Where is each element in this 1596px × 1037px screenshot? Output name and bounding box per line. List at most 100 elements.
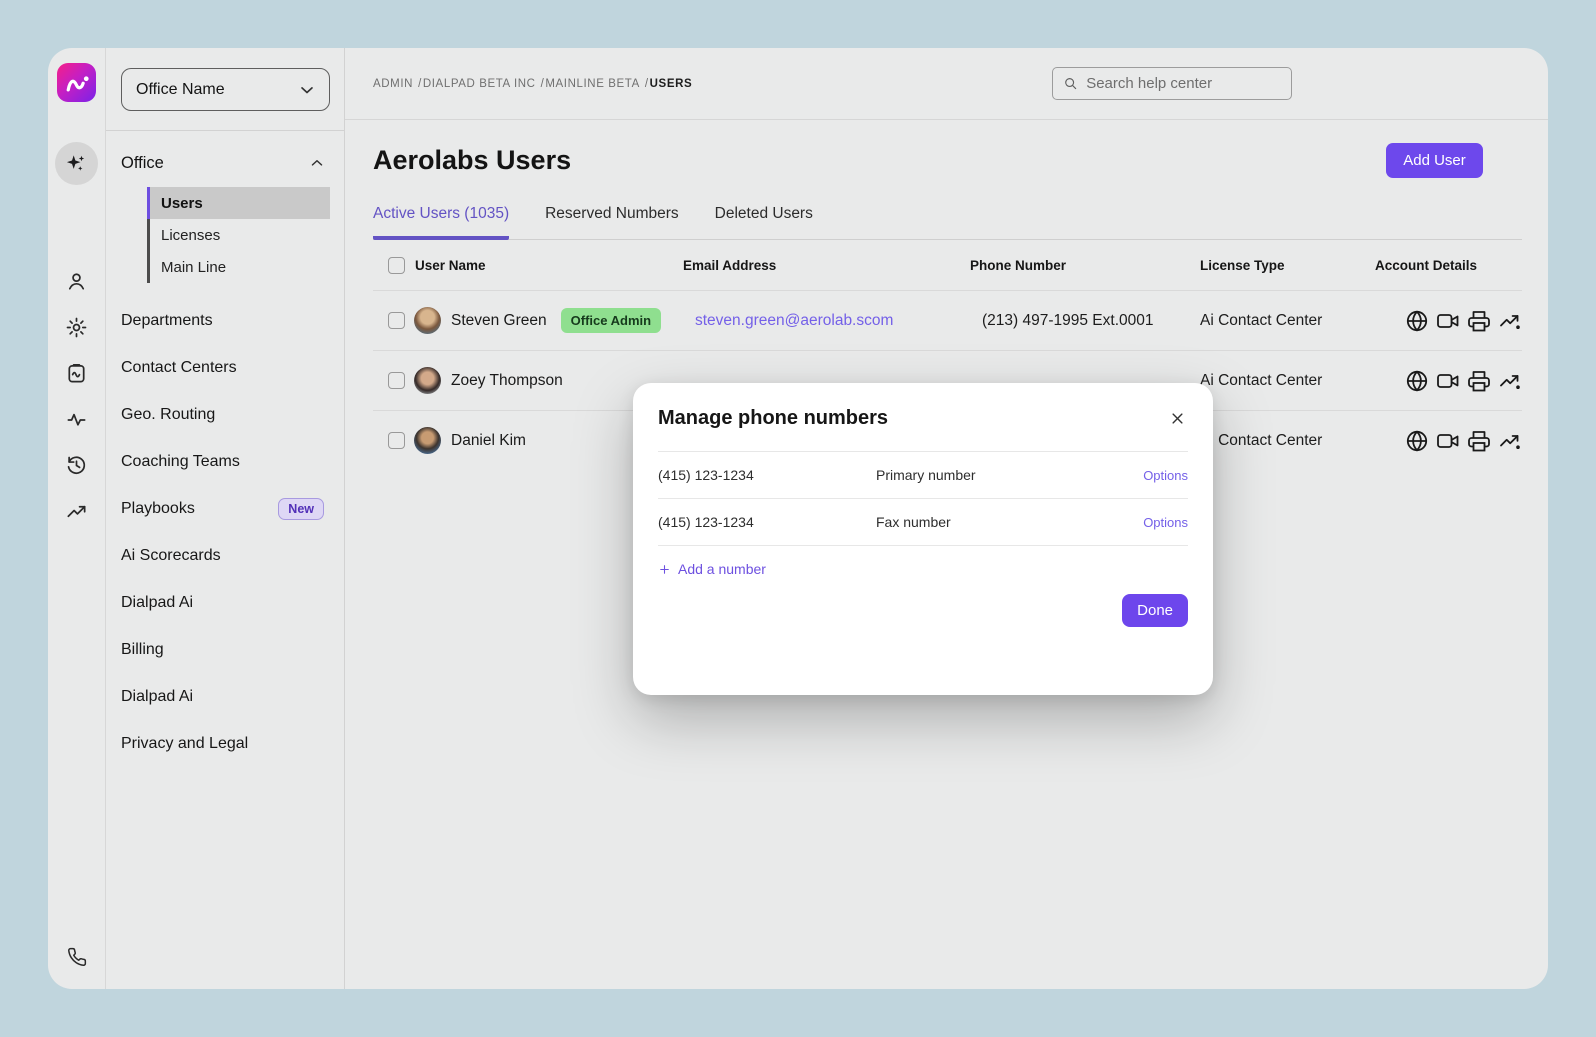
office-admin-badge: Office Admin [561, 308, 661, 333]
sidebar-item-contact-centers[interactable]: Contact Centers [106, 344, 344, 391]
add-user-button[interactable]: Add User [1386, 143, 1483, 178]
web-access-button[interactable] [1405, 309, 1429, 333]
breadcrumb-company[interactable]: DIALPAD BETA INC [423, 78, 536, 90]
sidebar-item-users[interactable]: Users [150, 187, 330, 219]
options-link[interactable]: Options [1143, 468, 1188, 483]
plus-icon [658, 563, 671, 576]
close-icon [1168, 409, 1187, 428]
web-access-button[interactable] [1405, 429, 1429, 453]
search-icon [1063, 75, 1078, 92]
user-name: Steven Green [451, 312, 547, 330]
sidebar-item-licenses[interactable]: Licenses [150, 219, 330, 251]
sidebar-item-geo-routing[interactable]: Geo. Routing [106, 391, 344, 438]
tab-active-users[interactable]: Active Users (1035) [373, 205, 509, 240]
phone-number-row: (415) 123-1234 Primary number Options [658, 452, 1188, 499]
clipboard-wave-icon [65, 362, 88, 385]
settings-rail-button[interactable] [65, 316, 88, 339]
phone-icon [67, 947, 87, 967]
phone-rail-button[interactable] [67, 947, 87, 967]
select-all-checkbox[interactable] [388, 257, 405, 274]
sidebar-item-label: Playbooks [121, 500, 278, 518]
sidebar-item-label: Coaching Teams [121, 453, 324, 471]
video-camera-icon [1436, 429, 1460, 453]
column-email: Email Address [683, 258, 970, 273]
help-search[interactable] [1052, 67, 1292, 100]
sidebar-item-dialpad-ai-2[interactable]: Dialpad Ai [106, 673, 344, 720]
activity-button[interactable] [1498, 369, 1522, 393]
user-license: Ai Contact Center [1194, 432, 1375, 450]
avatar [414, 367, 441, 394]
printer-icon [1467, 429, 1491, 453]
row-checkbox[interactable] [388, 372, 405, 389]
sidebar-item-dialpad-ai[interactable]: Dialpad Ai [106, 579, 344, 626]
options-link[interactable]: Options [1143, 515, 1188, 530]
add-number-link[interactable]: Add a number [658, 561, 766, 577]
users-rail-button[interactable] [65, 270, 88, 293]
video-camera-icon [1436, 309, 1460, 333]
sidebar-item-main-line[interactable]: Main Line [150, 251, 330, 283]
search-input[interactable] [1086, 75, 1281, 92]
avatar [414, 307, 441, 334]
dialpad-ai-logo[interactable] [57, 63, 96, 102]
office-name-select[interactable]: Office Name [121, 68, 330, 111]
breadcrumb-admin[interactable]: ADMIN [373, 78, 413, 90]
sidebar-item-label: Dialpad Ai [121, 594, 324, 612]
phone-number-value: (415) 123-1234 [658, 514, 876, 530]
user-phone: (213) 497-1995 Ext.0001 [970, 312, 1194, 330]
sidebar-item-ai-scorecards[interactable]: Ai Scorecards [106, 532, 344, 579]
phone-number-value: (415) 123-1234 [658, 467, 876, 483]
breadcrumb-separator: / [645, 78, 649, 90]
sidebar-item-playbooks[interactable]: Playbooks New [106, 485, 344, 532]
account-detail-actions [1375, 309, 1522, 333]
fax-button[interactable] [1467, 429, 1491, 453]
avatar [414, 427, 441, 454]
manage-phone-numbers-modal: Manage phone numbers (415) 123-1234 Prim… [633, 383, 1213, 695]
breadcrumb-office[interactable]: MAINLINE BETA [545, 78, 640, 90]
done-button[interactable]: Done [1122, 594, 1188, 627]
column-license: License Type [1194, 258, 1375, 273]
tab-reserved-numbers[interactable]: Reserved Numbers [545, 205, 679, 240]
playbooks-rail-button[interactable] [65, 362, 88, 385]
activity-rail-button[interactable] [65, 408, 88, 431]
sidebar-item-label: Licenses [161, 227, 220, 244]
table-row: Steven Green Office Admin steven.green@a… [373, 290, 1522, 350]
web-access-button[interactable] [1405, 369, 1429, 393]
app-window: Office Name Office Users Licenses Main L… [48, 48, 1548, 989]
row-checkbox[interactable] [388, 432, 405, 449]
sidebar-item-coaching-teams[interactable]: Coaching Teams [106, 438, 344, 485]
activity-button[interactable] [1498, 429, 1522, 453]
user-email-link[interactable]: steven.green@aerolab.scom [683, 312, 970, 330]
user-name: Zoey Thompson [451, 372, 563, 390]
fax-button[interactable] [1467, 309, 1491, 333]
sidebar-nav: Office Users Licenses Main Line Departme… [106, 131, 344, 767]
video-button[interactable] [1436, 369, 1460, 393]
office-section-label: Office [121, 154, 308, 173]
row-checkbox[interactable] [388, 312, 405, 329]
tab-deleted-users[interactable]: Deleted Users [715, 205, 813, 240]
video-button[interactable] [1436, 429, 1460, 453]
trending-up-icon [65, 500, 88, 523]
breadcrumb-separator: / [418, 78, 422, 90]
table-header: User Name Email Address Phone Number Lic… [373, 240, 1522, 290]
analytics-rail-button[interactable] [65, 500, 88, 523]
activity-button[interactable] [1498, 309, 1522, 333]
modal-close-button[interactable] [1164, 405, 1191, 432]
sidebar: Office Name Office Users Licenses Main L… [106, 48, 345, 989]
sidebar-item-privacy-legal[interactable]: Privacy and Legal [106, 720, 344, 767]
column-account-details: Account Details [1375, 258, 1522, 273]
tab-bar: Active Users (1035) Reserved Numbers Del… [373, 205, 1522, 240]
video-button[interactable] [1436, 309, 1460, 333]
fax-button[interactable] [1467, 369, 1491, 393]
phone-number-type: Fax number [876, 514, 1143, 530]
column-phone: Phone Number [970, 258, 1194, 273]
icon-rail [48, 48, 106, 989]
sidebar-section-office[interactable]: Office [106, 141, 344, 185]
sidebar-item-departments[interactable]: Departments [106, 297, 344, 344]
sidebar-item-billing[interactable]: Billing [106, 626, 344, 673]
sidebar-item-label: Privacy and Legal [121, 735, 324, 753]
sparkle-icon [64, 151, 89, 176]
history-rail-button[interactable] [65, 454, 88, 477]
gear-icon [65, 316, 88, 339]
ai-sparkle-button[interactable] [55, 142, 98, 185]
trending-up-dot-icon [1498, 309, 1522, 333]
